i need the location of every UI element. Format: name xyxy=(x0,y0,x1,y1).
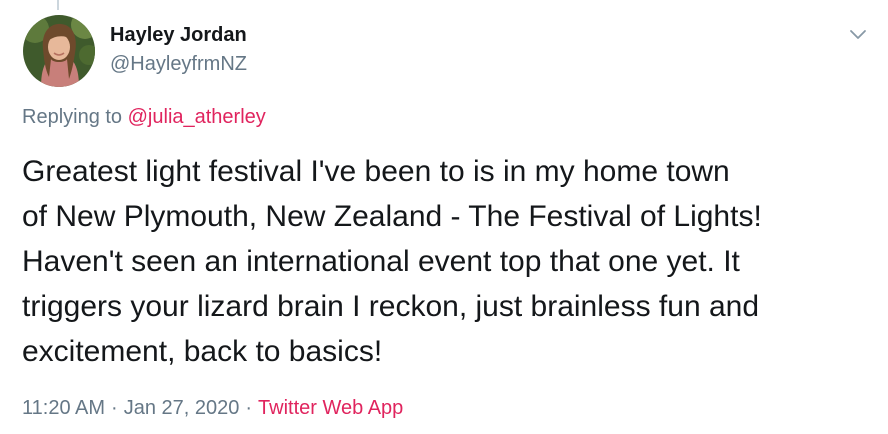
meta-separator: · xyxy=(245,397,253,419)
meta-separator: · xyxy=(111,397,118,419)
replying-to-label: Replying to xyxy=(22,106,128,128)
tweet-time: 11:20 AM xyxy=(22,397,106,419)
tweet-timestamp-link[interactable]: 11:20 AM · Jan 27, 2020 xyxy=(22,397,239,419)
replying-to-line: Replying to @julia_atherley xyxy=(22,106,266,129)
profile-photo-icon xyxy=(23,15,95,87)
thread-connector-line xyxy=(57,0,59,10)
author-handle[interactable]: @HayleyfrmNZ xyxy=(110,53,247,76)
tweet-text: Greatest light festival I've been to is … xyxy=(22,155,762,368)
author-display-name[interactable]: Hayley Jordan xyxy=(110,24,247,47)
reply-mention-link[interactable]: @julia_atherley xyxy=(128,106,266,128)
tweet-source-link[interactable]: Twitter Web App xyxy=(258,397,403,419)
chevron-down-icon[interactable] xyxy=(846,22,870,46)
tweet-metadata: 11:20 AM · Jan 27, 2020 · Twitter Web App xyxy=(22,397,403,420)
tweet-date: Jan 27, 2020 xyxy=(123,397,240,419)
avatar[interactable] xyxy=(23,15,95,87)
